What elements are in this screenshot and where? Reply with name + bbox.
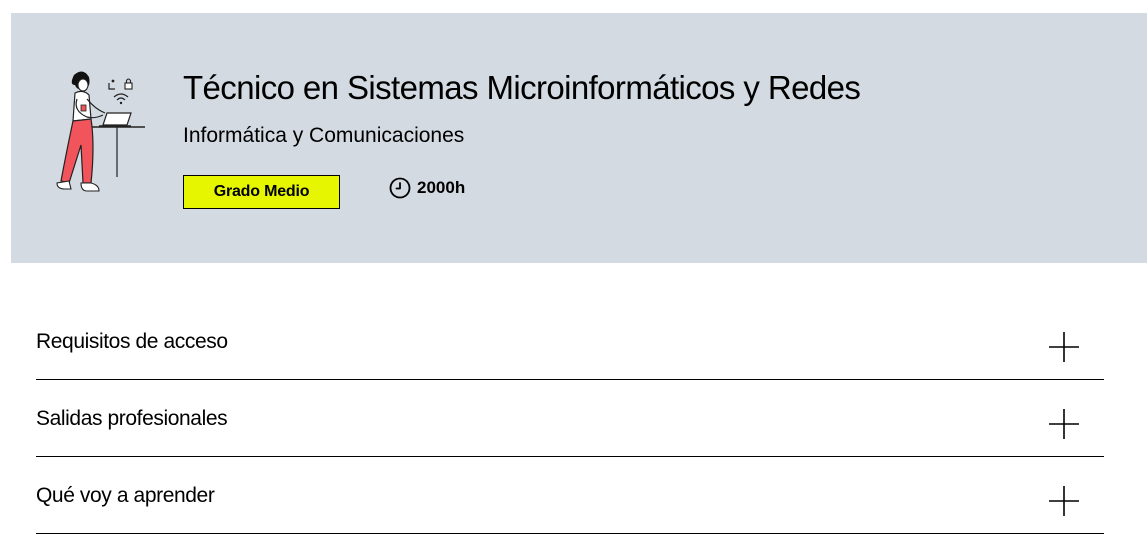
level-badge: Grado Medio	[183, 175, 340, 209]
accordion-item-label: Salidas profesionales	[36, 407, 228, 430]
course-info-accordion: Requisitos de acceso Salidas profesional…	[36, 303, 1104, 534]
course-family: Informática y Comunicaciones	[183, 124, 465, 147]
plus-icon[interactable]	[1048, 485, 1080, 517]
plus-icon[interactable]	[1048, 408, 1080, 440]
course-title: Técnico en Sistemas Microinformáticos y …	[183, 69, 861, 106]
accordion-item-label: Requisitos de acceso	[36, 330, 228, 353]
course-header: Técnico en Sistemas Microinformáticos y …	[11, 13, 1147, 263]
person-at-laptop-illustration	[56, 71, 145, 192]
clock-icon	[389, 177, 411, 199]
plus-icon[interactable]	[1048, 331, 1080, 363]
accordion-item-salidas-profesionales[interactable]: Salidas profesionales	[36, 380, 1104, 457]
course-duration: 2000h	[389, 177, 465, 199]
accordion-item-label: Qué voy a aprender	[36, 484, 215, 507]
duration-value: 2000h	[417, 178, 466, 197]
accordion-item-requisitos-de-acceso[interactable]: Requisitos de acceso	[36, 303, 1104, 380]
accordion-item-que-voy-a-aprender[interactable]: Qué voy a aprender	[36, 457, 1104, 534]
